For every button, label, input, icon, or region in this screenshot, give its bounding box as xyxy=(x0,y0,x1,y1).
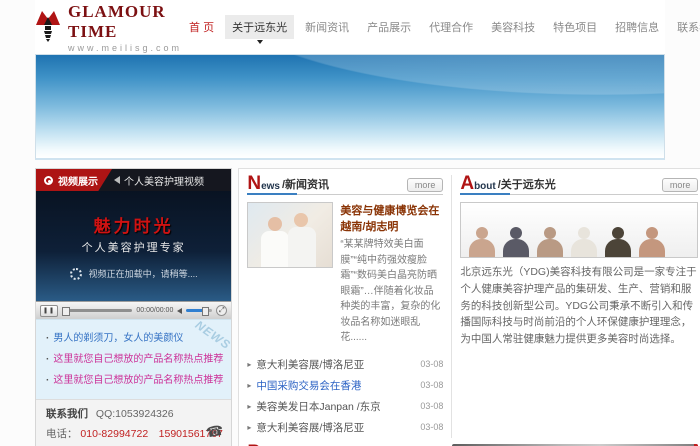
news-title-cn: /新闻资讯 xyxy=(282,176,329,192)
side-news-item[interactable]: ·这里就您自己想放的产品名称热点推荐 xyxy=(46,371,223,386)
arrow-icon: ▸ xyxy=(247,381,251,390)
team-photo xyxy=(460,202,698,258)
featured-news-excerpt: “某某牌特效美白面膜”“纯中药强效瘦脸霜”“数码美白晶亮防晒眼霜”…伴随着化妆品… xyxy=(340,237,443,346)
logo-title: GLAMOUR TIME xyxy=(68,2,182,42)
video-player[interactable]: 魅力时光 个人美容护理专家 视频正在加载中，请稍等.... xyxy=(36,191,231,301)
video-overlay-title: 魅力时光 xyxy=(94,212,174,237)
speaker-icon xyxy=(114,176,120,184)
contact-box: 联系我们 QQ:1053924326 电话： 010-82994722 1590… xyxy=(36,399,231,446)
nav-item-agency[interactable]: 代理合作 xyxy=(422,15,480,39)
news-list-item[interactable]: ▸美容美发日本Janpan /东京03-08 xyxy=(247,396,443,417)
seek-slider[interactable] xyxy=(62,309,132,312)
video-header: 视频展示 个人美容护理视频 xyxy=(36,169,231,191)
volume-slider[interactable] xyxy=(186,309,212,312)
loading-spinner-icon xyxy=(70,268,82,280)
bullet-icon: · xyxy=(46,333,49,344)
news-list-item[interactable]: ▸意大利美容展/博洛尼亚03-08 xyxy=(247,417,443,438)
news-list-item[interactable]: ▸意大利美容展/博洛尼亚03-08 xyxy=(247,354,443,375)
video-panel: 视频展示 个人美容护理视频 魅力时光 个人美容护理专家 视频正在加载中，请稍等.… xyxy=(35,168,232,446)
about-title-rest: bout xyxy=(474,181,496,192)
about-text: 北京远东光（YDG)美容科技有限公司是一家专注于个人健康美容护理产品的集研发、生… xyxy=(460,264,698,348)
nav-item-about[interactable]: 关于远东光 xyxy=(225,15,294,39)
news-list-item[interactable]: ▸中国采购交易会在香港03-08 xyxy=(247,375,443,396)
about-title-initial: A xyxy=(460,176,474,192)
news-photo xyxy=(247,202,333,268)
content-panel: N ews /新闻资讯 more 美容与健康博览会在越南/胡志明 “某某牌特效美… xyxy=(238,168,700,446)
arrow-icon: ▸ xyxy=(247,423,251,432)
video-controls: ❚❚ 00:00/00:00 ⤢ xyxy=(36,301,231,319)
bullet-icon: · xyxy=(46,375,49,386)
fullscreen-button[interactable]: ⤢ xyxy=(216,305,227,316)
logo[interactable]: GLAMOUR TIME www.meilisg.com xyxy=(35,2,182,53)
featured-news-title[interactable]: 美容与健康博览会在越南/胡志明 xyxy=(340,202,443,234)
featured-news[interactable]: 美容与健康博览会在越南/胡志明 “某某牌特效美白面膜”“纯中药强效瘦脸霜”“数码… xyxy=(247,202,443,346)
time-display: 00:00/00:00 xyxy=(136,307,173,314)
news-section: N ews /新闻资讯 more 美容与健康博览会在越南/胡志明 “某某牌特效美… xyxy=(247,175,443,438)
contact-label: 联系我们 xyxy=(46,408,88,420)
video-title: 个人美容护理视频 xyxy=(124,173,204,188)
video-overlay-subtitle: 个人美容护理专家 xyxy=(82,239,186,255)
nav-item-products[interactable]: 产品展示 xyxy=(360,15,418,39)
phone-numbers: 010-82994722 15901561767 xyxy=(80,428,222,440)
side-news-box: NEWS ·男人的剃须刀，女人的美颜仪 ·这里就您自己想放的产品名称热点推荐 ·… xyxy=(36,319,231,399)
site-header: GLAMOUR TIME www.meilisg.com 首 页 关于远东光 新… xyxy=(35,0,665,54)
phone-label: 电话： xyxy=(46,428,78,440)
vertical-divider xyxy=(451,175,452,438)
pause-button[interactable]: ❚❚ xyxy=(40,305,58,317)
main-nav: 首 页 关于远东光 新闻资讯 产品展示 代理合作 美容科技 特色项目 招聘信息 … xyxy=(182,15,700,39)
news-title-initial: N xyxy=(247,176,261,192)
news-title-rest: ews xyxy=(261,181,280,192)
news-section-header: N ews /新闻资讯 more xyxy=(247,175,443,195)
contact-qq: QQ:1053924326 xyxy=(96,408,174,420)
nav-item-home[interactable]: 首 页 xyxy=(182,15,221,39)
nav-item-jobs[interactable]: 招聘信息 xyxy=(608,15,666,39)
side-news-item[interactable]: ·这里就您自己想放的产品名称热点推荐 xyxy=(46,350,223,365)
news-list: ▸意大利美容展/博洛尼亚03-08 ▸中国采购交易会在香港03-08 ▸美容美发… xyxy=(247,354,443,438)
nav-item-news[interactable]: 新闻资讯 xyxy=(298,15,356,39)
arrow-icon: ▸ xyxy=(247,360,251,369)
about-more-button[interactable]: more xyxy=(662,178,699,192)
play-icon xyxy=(44,176,53,185)
hero-banner xyxy=(35,54,665,160)
arrow-icon: ▸ xyxy=(247,402,251,411)
about-section: A bout /关于远东光 more 北京远东光（YDG)美容科技有限公司是一家… xyxy=(460,175,698,438)
nav-item-beauty-tech[interactable]: 美容科技 xyxy=(484,15,542,39)
news-more-button[interactable]: more xyxy=(407,178,444,192)
about-section-header: A bout /关于远东光 more xyxy=(460,175,698,195)
video-tab[interactable]: 视频展示 xyxy=(36,169,112,191)
video-tab-label: 视频展示 xyxy=(58,173,98,188)
video-loading-text: 视频正在加载中，请稍等.... xyxy=(89,267,198,280)
phone-icon: ☎ xyxy=(205,422,225,442)
nav-item-contact[interactable]: 联系我们 xyxy=(670,15,700,39)
volume-icon xyxy=(177,308,182,314)
bullet-icon: · xyxy=(46,354,49,365)
logo-icon xyxy=(35,10,61,45)
about-title-cn: /关于远东光 xyxy=(498,176,556,192)
logo-subtitle: www.meilisg.com xyxy=(68,43,182,53)
nav-item-featured[interactable]: 特色项目 xyxy=(546,15,604,39)
